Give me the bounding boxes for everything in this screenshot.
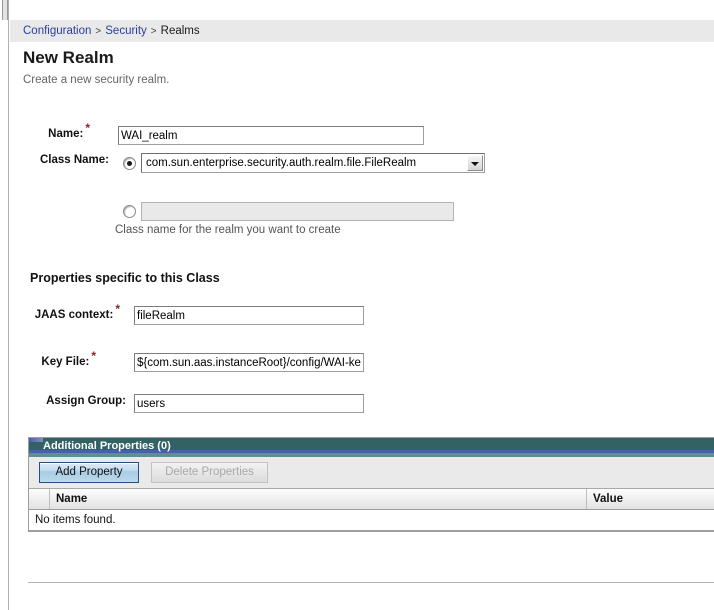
class-name-custom-input[interactable]	[141, 202, 454, 221]
additional-properties-title: Additional Properties (0)	[43, 440, 171, 452]
class-name-select[interactable]: com.sun.enterprise.security.auth.realm.f…	[141, 153, 485, 173]
breadcrumb-item-security[interactable]: Security	[105, 25, 147, 37]
add-property-button[interactable]: Add Property	[39, 462, 139, 483]
required-asterisk-icon: *	[91, 349, 96, 364]
class-name-select-value: com.sun.enterprise.security.auth.realm.f…	[146, 157, 417, 169]
additional-properties-table: Name Value No items found.	[29, 489, 714, 531]
page-subtitle: Create a new security realm.	[23, 74, 170, 86]
page-content: Configuration > Security > Realms New Realm …	[10, 0, 714, 610]
title-bar-accent	[29, 438, 43, 442]
frame-divider[interactable]	[0, 0, 9, 610]
table-header-row: Name Value	[29, 489, 714, 510]
required-asterisk-icon: *	[85, 121, 90, 136]
assign-group-label: Assign Group:	[46, 395, 126, 407]
additional-properties-panel: Additional Properties (0) Add Property D…	[28, 437, 714, 532]
page-title: New Realm	[23, 48, 114, 67]
key-file-input[interactable]	[134, 353, 364, 372]
bottom-divider	[28, 582, 714, 583]
column-header-name[interactable]: Name	[49, 489, 587, 510]
class-name-hint: Class name for the realm you want to cre…	[115, 224, 341, 236]
class-name-label: Class Name:	[39, 154, 109, 166]
table-empty-row: No items found.	[29, 509, 714, 531]
breadcrumb-item-realms: Realms	[160, 25, 200, 37]
required-asterisk-icon: *	[115, 302, 120, 317]
additional-properties-toolbar: Add Property Delete Properties	[29, 457, 714, 489]
additional-properties-title-bar: Additional Properties (0)	[29, 438, 714, 457]
jaas-context-input[interactable]	[134, 306, 364, 325]
breadcrumb-item-configuration[interactable]: Configuration	[23, 25, 91, 37]
column-header-value[interactable]: Value	[586, 489, 714, 510]
breadcrumb-separator: >	[150, 26, 157, 37]
breadcrumb-separator: >	[95, 26, 102, 37]
delete-properties-button: Delete Properties	[151, 462, 268, 483]
properties-section-heading: Properties specific to this Class	[30, 271, 220, 285]
assign-group-input[interactable]	[134, 394, 364, 413]
key-file-label: Key File: *	[41, 349, 96, 368]
name-label: Name: *	[48, 121, 90, 140]
class-name-preset-radio[interactable]	[123, 157, 136, 170]
frame-resize-grip[interactable]	[2, 0, 8, 20]
jaas-context-label: JAAS context: *	[34, 302, 120, 321]
chevron-down-icon[interactable]	[467, 155, 483, 171]
name-input[interactable]	[118, 126, 424, 145]
empty-message: No items found.	[29, 509, 714, 531]
breadcrumb: Configuration > Security > Realms	[10, 20, 714, 42]
column-header-select[interactable]	[29, 489, 50, 510]
class-name-custom-radio[interactable]	[123, 205, 136, 218]
